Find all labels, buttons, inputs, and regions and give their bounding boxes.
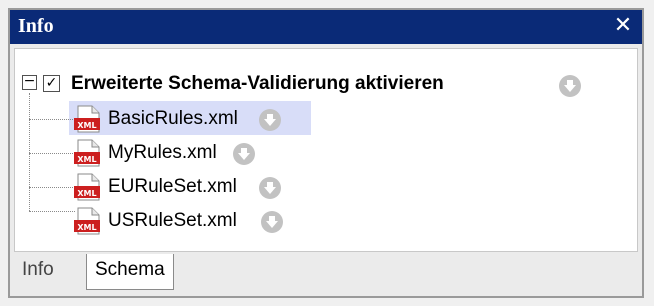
down-arrow-circle-icon[interactable] xyxy=(559,75,581,97)
tree-branch xyxy=(29,153,75,154)
xml-file-icon: XML xyxy=(73,104,103,134)
tab-bar: Info Schema xyxy=(10,254,642,296)
close-icon[interactable]: ✕ xyxy=(610,11,636,41)
file-name: MyRules.xml xyxy=(108,142,217,163)
down-arrow-circle-icon[interactable] xyxy=(233,143,255,165)
down-arrow-circle-icon[interactable] xyxy=(261,211,283,233)
schema-tree: − ✓ Erweiterte Schema-Validierung aktivi… xyxy=(14,48,638,252)
file-name: EURuleSet.xml xyxy=(108,176,237,197)
title-bar: Info ✕ xyxy=(10,10,642,44)
svg-text:XML: XML xyxy=(77,189,96,198)
down-arrow-circle-icon[interactable] xyxy=(259,177,281,199)
info-panel: Info ✕ − ✓ Erweiterte Schema-Validierung… xyxy=(8,8,644,298)
panel-title: Info xyxy=(18,15,54,37)
xml-file-icon: XML xyxy=(73,206,103,236)
svg-text:XML: XML xyxy=(77,155,96,164)
tree-branch xyxy=(29,119,75,120)
tree-connector xyxy=(29,93,30,211)
down-arrow-circle-icon[interactable] xyxy=(259,109,281,131)
collapse-toggle[interactable]: − xyxy=(22,74,37,90)
svg-text:XML: XML xyxy=(77,223,96,232)
file-name: BasicRules.xml xyxy=(108,108,238,129)
tab-info[interactable]: Info xyxy=(14,254,62,288)
file-name: USRuleSet.xml xyxy=(108,210,237,231)
xml-file-icon: XML xyxy=(73,172,103,202)
tab-schema[interactable]: Schema xyxy=(86,254,174,290)
tree-branch xyxy=(29,211,75,212)
enable-validation-label: Erweiterte Schema-Validierung aktivieren xyxy=(71,73,444,94)
tree-branch xyxy=(29,187,75,188)
xml-file-icon: XML xyxy=(73,138,103,168)
enable-validation-checkbox[interactable]: ✓ xyxy=(43,75,60,92)
svg-text:XML: XML xyxy=(77,121,96,130)
